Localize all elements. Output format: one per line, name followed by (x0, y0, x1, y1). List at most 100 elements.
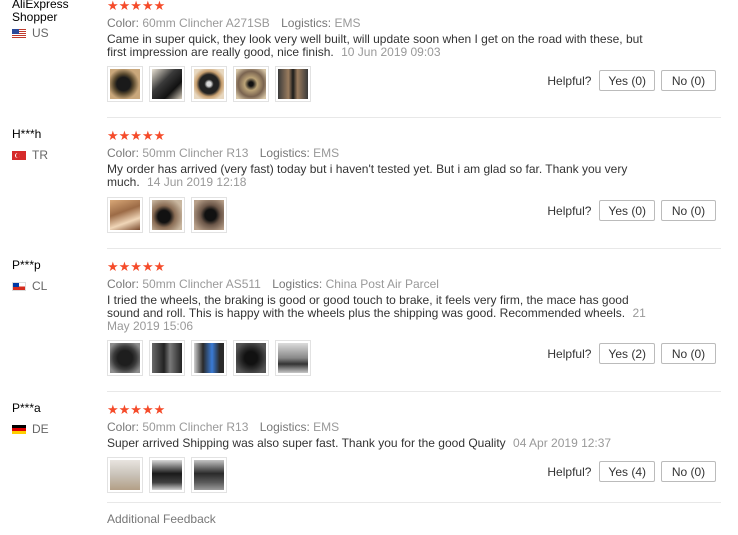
bike-photo-icon (194, 460, 224, 490)
reviewer-country: CL (12, 279, 102, 293)
wheel-photo-icon (110, 69, 140, 99)
helpful-yes-button[interactable]: Yes (0) (599, 200, 655, 221)
star-rating: ★★★★★ (107, 0, 166, 13)
review-text: My order has arrived (very fast) today b… (107, 163, 647, 189)
review-photo[interactable] (191, 457, 227, 493)
color-label: Color: (107, 146, 140, 160)
review-photo[interactable] (233, 66, 269, 102)
review-photo[interactable] (149, 197, 185, 233)
review-text: Came in super quick, they look very well… (107, 33, 647, 59)
helpful-yes-button[interactable]: Yes (4) (599, 461, 655, 482)
color-label: Color: (107, 16, 140, 30)
helpful-label: Helpful? (547, 73, 592, 88)
helpful-controls: Helpful? Yes (2) No (0) (547, 343, 716, 364)
wheel-photo-icon (278, 69, 308, 99)
wheel-photo-icon (194, 200, 224, 230)
review-photos (107, 66, 311, 102)
logistics-label: Logistics: (272, 277, 323, 291)
review-date: 10 Jun 2019 09:03 (341, 45, 441, 59)
star-rating: ★★★★★ (107, 259, 166, 274)
reviewer-country: TR (12, 148, 102, 162)
helpful-no-button[interactable]: No (0) (661, 461, 716, 482)
review-photo[interactable] (191, 66, 227, 102)
review-meta: Color: 50mm Clincher AS511 Logistics: Ch… (107, 276, 667, 292)
review-photo[interactable] (107, 66, 143, 102)
review-content: ★★★★★ Color: 50mm Clincher R13 Logistics… (107, 403, 667, 450)
helpful-yes-button[interactable]: Yes (2) (599, 343, 655, 364)
logistics-value: EMS (313, 420, 340, 434)
country-code: CL (32, 279, 48, 293)
country-code: TR (32, 148, 48, 162)
review-divider (107, 502, 721, 503)
review-text: Super arrived Shipping was also super fa… (107, 437, 667, 450)
review-photo[interactable] (149, 340, 185, 376)
review-body: Super arrived Shipping was also super fa… (107, 436, 506, 450)
wheel-photo-icon (152, 343, 182, 373)
helpful-controls: Helpful? Yes (0) No (0) (547, 70, 716, 91)
logistics-value: EMS (334, 16, 361, 30)
logistics-value: EMS (313, 146, 340, 160)
wheel-photo-icon (152, 200, 182, 230)
review-photo[interactable] (107, 457, 143, 493)
de-flag-icon (12, 424, 26, 434)
review-content: ★★★★★ Color: 50mm Clincher R13 Logistics… (107, 129, 667, 189)
reviewer-info: H***h TR (12, 128, 102, 162)
wheel-photo-icon (236, 343, 266, 373)
review-photo[interactable] (149, 66, 185, 102)
review-divider (107, 117, 721, 118)
wheel-photo-icon (194, 343, 224, 373)
review-divider (107, 248, 721, 249)
tr-flag-icon (12, 150, 26, 160)
reviewer-info: P***a DE (12, 402, 102, 436)
review-photo[interactable] (233, 340, 269, 376)
reviewer-info: AliExpress Shopper US (12, 0, 102, 40)
review-photo[interactable] (191, 340, 227, 376)
logistics-value: China Post Air Parcel (325, 277, 439, 291)
review-date: 14 Jun 2019 12:18 (147, 175, 247, 189)
review-photo[interactable] (275, 66, 311, 102)
wheel-photo-icon (152, 460, 182, 490)
package-photo-icon (110, 200, 140, 230)
wheel-photo-icon (236, 69, 266, 99)
review-photos (107, 197, 227, 233)
color-value: 60mm Clincher A271SB (142, 16, 270, 30)
review-photos (107, 340, 311, 376)
helpful-no-button[interactable]: No (0) (661, 343, 716, 364)
color-value: 50mm Clincher AS511 (142, 277, 261, 291)
review-meta: Color: 50mm Clincher R13 Logistics: EMS (107, 419, 667, 435)
helpful-yes-button[interactable]: Yes (0) (599, 70, 655, 91)
package-photo-icon (110, 460, 140, 490)
review-content: ★★★★★ Color: 60mm Clincher A271SB Logist… (107, 0, 667, 59)
reviewer-name: AliExpress Shopper (12, 0, 69, 24)
reviewer-info: P***p CL (12, 259, 102, 293)
review-photo[interactable] (275, 340, 311, 376)
review-meta: Color: 60mm Clincher A271SB Logistics: E… (107, 15, 667, 31)
color-value: 50mm Clincher R13 (142, 420, 249, 434)
reviewer-name: P***p (12, 258, 41, 272)
helpful-no-button[interactable]: No (0) (661, 70, 716, 91)
helpful-controls: Helpful? Yes (4) No (0) (547, 461, 716, 482)
review-text: I tried the wheels, the braking is good … (107, 294, 647, 333)
helpful-label: Helpful? (547, 203, 592, 218)
wheel-photo-icon (152, 69, 182, 99)
review-photo[interactable] (191, 197, 227, 233)
cl-flag-icon (12, 281, 26, 291)
reviewer-country: US (12, 26, 102, 40)
helpful-label: Helpful? (547, 346, 592, 361)
review-date: 04 Apr 2019 12:37 (513, 436, 612, 450)
helpful-no-button[interactable]: No (0) (661, 200, 716, 221)
review-photo[interactable] (107, 340, 143, 376)
reviewer-name: P***a (12, 401, 41, 415)
helpful-controls: Helpful? Yes (0) No (0) (547, 200, 716, 221)
logistics-label: Logistics: (259, 146, 310, 160)
reviewer-country: DE (12, 422, 102, 436)
review-meta: Color: 50mm Clincher R13 Logistics: EMS (107, 145, 667, 161)
wheel-photo-icon (194, 69, 224, 99)
review-photos (107, 457, 227, 493)
country-code: DE (32, 422, 49, 436)
us-flag-icon (12, 28, 26, 38)
country-code: US (32, 26, 49, 40)
review-photo[interactable] (107, 197, 143, 233)
wheel-photo-icon (110, 343, 140, 373)
review-photo[interactable] (149, 457, 185, 493)
